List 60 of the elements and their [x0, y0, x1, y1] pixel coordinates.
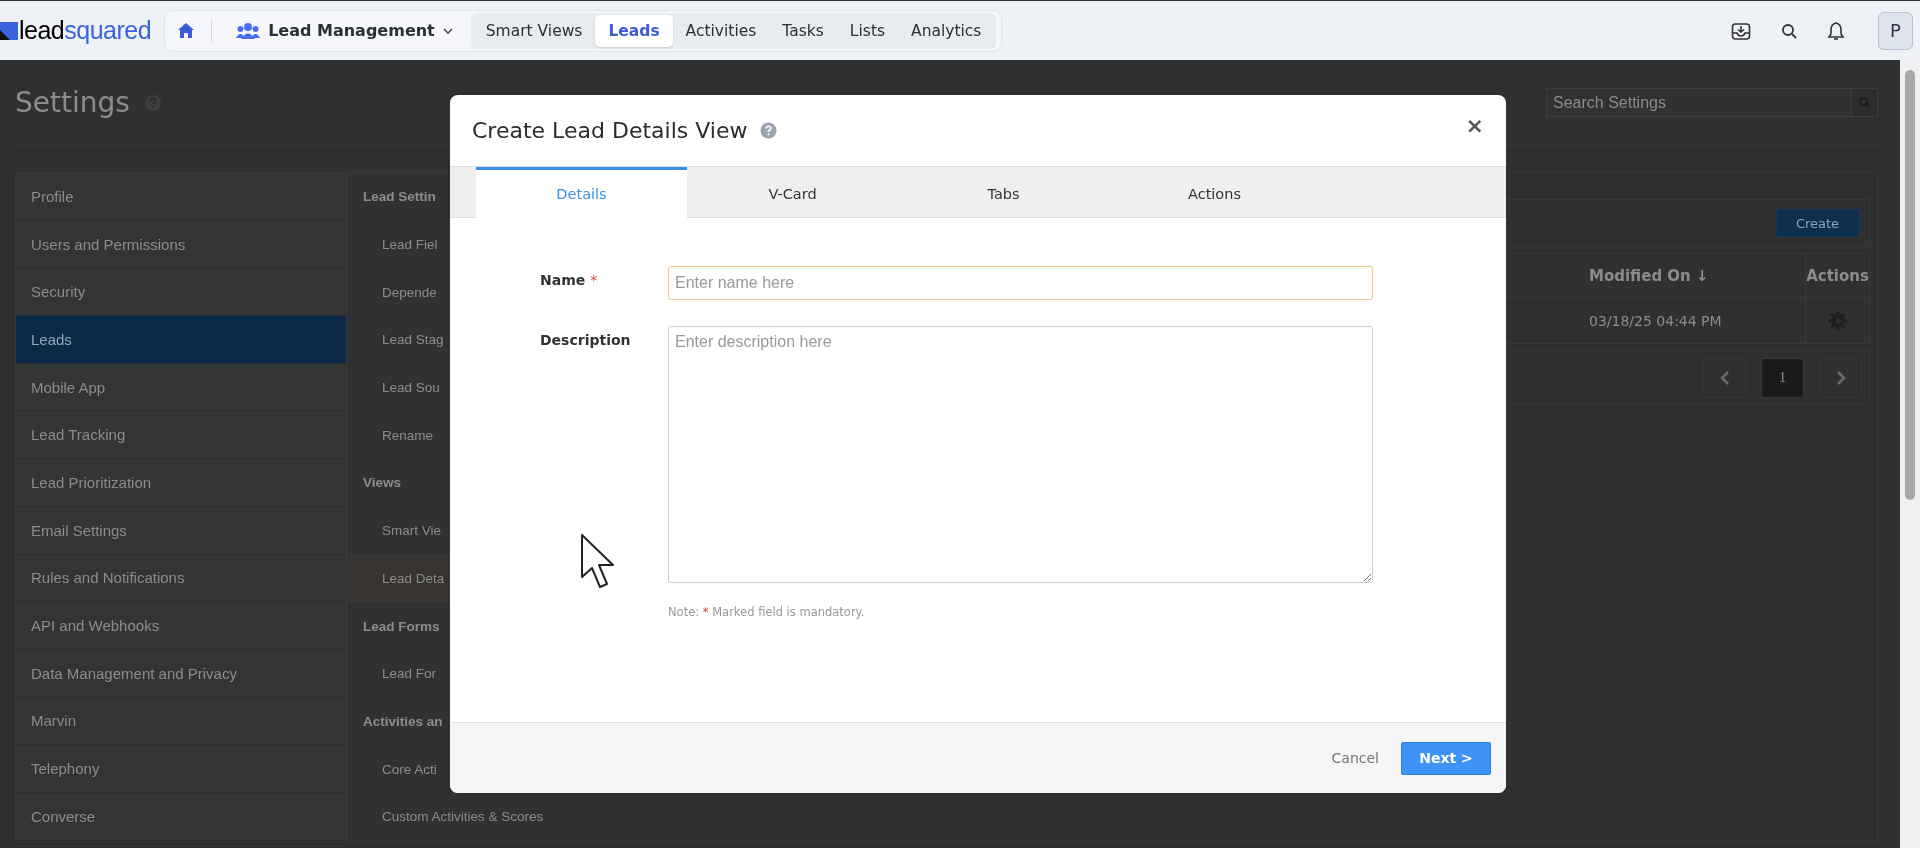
sidebar-item[interactable]: Mobile App: [16, 363, 346, 412]
chevron-right-icon: [1835, 369, 1846, 386]
nav-tab[interactable]: Activities: [672, 14, 770, 47]
dialog-tab[interactable]: Details: [476, 167, 687, 218]
dialog-title: Create Lead Details View: [472, 118, 748, 143]
people-icon: [236, 21, 261, 40]
nav-tab[interactable]: Smart Views: [472, 14, 596, 47]
nav-tab[interactable]: Leads: [595, 14, 673, 47]
sidebar-item[interactable]: Data Management and Privacy: [16, 649, 346, 698]
sidebar-item[interactable]: Rules and Notifications: [16, 554, 346, 603]
close-button[interactable]: ×: [1461, 113, 1488, 138]
submenu-heading: Lead Settin: [363, 189, 436, 205]
nav-tab[interactable]: Analytics: [898, 14, 995, 47]
field-label: Description: [540, 331, 632, 348]
sidebar-item[interactable]: Telephony: [16, 745, 346, 793]
previous-page-button[interactable]: [1703, 357, 1746, 398]
scrollbar[interactable]: [1900, 60, 1920, 848]
home-icon[interactable]: [177, 22, 196, 39]
sidebar-item[interactable]: Security: [16, 268, 346, 317]
module-dropdown[interactable]: Lead Management: [228, 15, 461, 46]
nav-tab[interactable]: Tasks: [769, 14, 837, 47]
caret-icon: [442, 27, 453, 34]
dialog-tab[interactable]: V-Card: [687, 167, 898, 217]
next-page-button[interactable]: [1819, 357, 1862, 398]
search-icon[interactable]: [1781, 22, 1797, 39]
search-field[interactable]: Search Settings: [1546, 88, 1878, 117]
dialog-tab[interactable]: Actions: [1109, 167, 1320, 217]
bell-icon[interactable]: [1827, 20, 1845, 41]
name-field[interactable]: Enter name here: [668, 266, 1373, 300]
download-tray-icon[interactable]: [1731, 20, 1751, 41]
nav-tab[interactable]: Lists: [836, 14, 899, 47]
field-label: Name *: [540, 271, 599, 288]
dialog-tab[interactable]: Tabs: [898, 167, 1109, 217]
page-title: Settings: [15, 86, 130, 119]
sidebar-item[interactable]: Users and Permissions: [16, 220, 346, 269]
submenu-heading: Views: [363, 475, 402, 491]
sidebar-item[interactable]: Marvin: [16, 697, 346, 746]
sidebar-item[interactable]: Email Settings: [16, 506, 346, 555]
sidebar-item[interactable]: Lead Tracking: [16, 411, 346, 460]
sidebar-item[interactable]: Lead Prioritization: [16, 459, 346, 507]
description-field[interactable]: Enter description here: [668, 326, 1373, 583]
page-button[interactable]: 1: [1761, 357, 1804, 398]
mandatory-note: Note: * Marked field is mandatory.: [668, 605, 866, 619]
chevron-left-icon: [1719, 369, 1730, 386]
next-button[interactable]: Next >: [1401, 741, 1491, 775]
submenu-item[interactable]: Custom Activities & Scores: [347, 792, 681, 841]
table-cell-text: 03/18/25 04:44 PM: [1588, 312, 1723, 329]
leadsquared-logo: leadsquared: [0, 16, 152, 45]
sidebar-item[interactable]: API and Webhooks: [16, 602, 346, 650]
user-avatar[interactable]: P: [1878, 11, 1913, 50]
submenu-heading: Lead Forms: [363, 618, 440, 634]
create-button[interactable]: Create: [1776, 209, 1859, 237]
column-header[interactable]: Modified On ↓: [1579, 266, 1805, 285]
sidebar-item[interactable]: Leads: [16, 316, 346, 364]
column-header: Actions: [1806, 266, 1869, 285]
sidebar-item[interactable]: Converse: [16, 792, 346, 841]
cancel-button[interactable]: Cancel: [1325, 749, 1385, 767]
sidebar-item[interactable]: Profile: [16, 173, 346, 221]
submenu-heading: Activities an: [363, 713, 443, 729]
help-icon[interactable]: [760, 122, 778, 139]
